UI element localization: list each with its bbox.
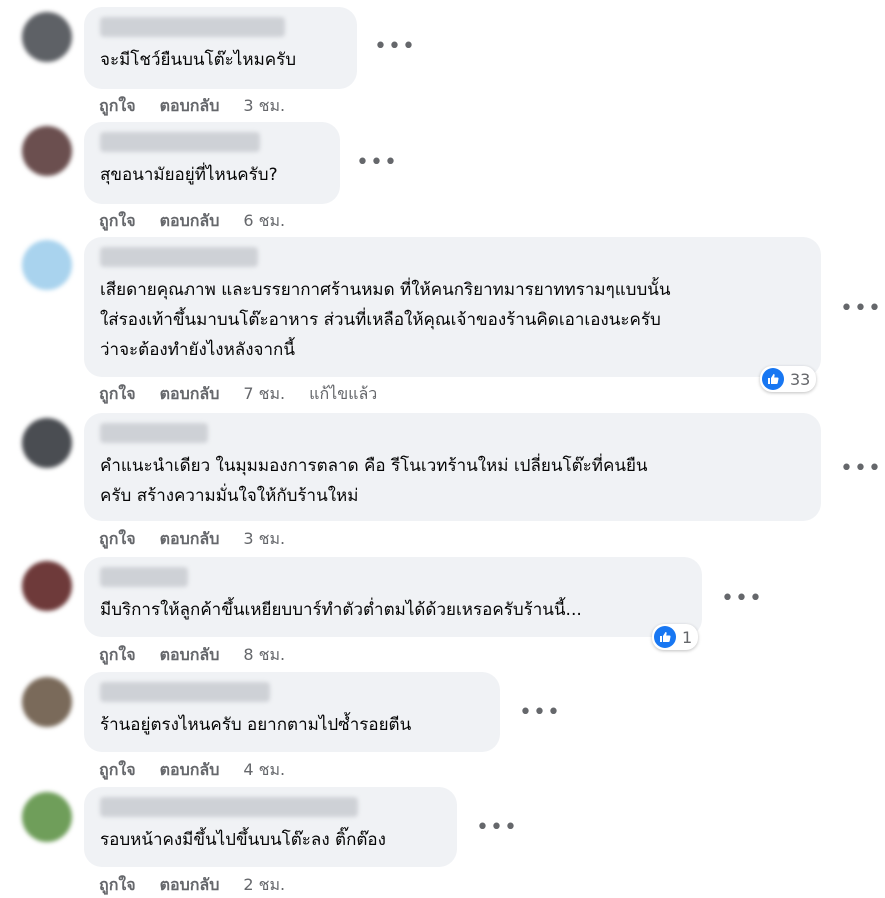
reply-button[interactable]: ตอบกลับ bbox=[160, 873, 220, 898]
comment-bubble: รอบหน้าคงมีขึ้นไปขึ้นบนโต๊ะลง ติ๊กต๊อง bbox=[84, 787, 457, 867]
comment-bubble: เสียดายคุณภาพ และบรรยากาศร้านหมด ที่ให้ค… bbox=[84, 237, 821, 377]
thumbs-up-icon bbox=[654, 626, 676, 648]
reply-button[interactable]: ตอบกลับ bbox=[160, 527, 220, 552]
like-button[interactable]: ถูกใจ bbox=[99, 758, 136, 783]
comment-bubble: จะมีโชว์ยืนบนโต๊ะไหมครับ bbox=[84, 7, 357, 89]
more-options-icon[interactable]: ••• bbox=[476, 817, 518, 839]
comment-bubble: คำแนะนำเดียว ในมุมมองการตลาด คือ รีโนเวท… bbox=[84, 413, 821, 521]
comment-actions: ถูกใจ ตอบกลับ 3 ชม. bbox=[99, 527, 309, 552]
reaction-number: 33 bbox=[790, 369, 811, 389]
avatar[interactable] bbox=[22, 561, 72, 611]
thumbs-up-icon bbox=[762, 368, 784, 390]
author-name-blurred[interactable] bbox=[100, 132, 260, 152]
reply-button[interactable]: ตอบกลับ bbox=[160, 209, 220, 234]
author-name-blurred[interactable] bbox=[100, 17, 285, 37]
more-options-icon[interactable]: ••• bbox=[356, 152, 398, 174]
comment-bubble: มีบริการให้ลูกค้าขึ้นเหยียบบาร์ทำตัวต่ำต… bbox=[84, 557, 702, 637]
more-options-icon[interactable]: ••• bbox=[840, 298, 882, 320]
reply-button[interactable]: ตอบกลับ bbox=[160, 382, 220, 407]
comment-actions: ถูกใจ ตอบกลับ 3 ชม. bbox=[99, 94, 309, 119]
author-name-blurred[interactable] bbox=[100, 247, 258, 267]
like-button[interactable]: ถูกใจ bbox=[99, 643, 136, 668]
avatar[interactable] bbox=[22, 677, 72, 727]
more-options-icon[interactable]: ••• bbox=[721, 588, 763, 610]
comment-bubble: ร้านอยู่ตรงไหนครับ อยากตามไปซ้ำรอยตีน bbox=[84, 672, 500, 752]
like-button[interactable]: ถูกใจ bbox=[99, 873, 136, 898]
timestamp[interactable]: 3 ชม. bbox=[243, 94, 285, 119]
comment-text: สุขอนามัยอยู่ที่ไหนครับ? bbox=[100, 165, 278, 185]
reply-button[interactable]: ตอบกลับ bbox=[160, 94, 220, 119]
comment-text: จะมีโชว์ยืนบนโต๊ะไหมครับ bbox=[100, 50, 297, 70]
comment-actions: ถูกใจ ตอบกลับ 6 ชม. bbox=[99, 209, 309, 234]
timestamp[interactable]: 4 ชม. bbox=[243, 758, 285, 783]
avatar[interactable] bbox=[22, 240, 72, 290]
like-button[interactable]: ถูกใจ bbox=[99, 382, 136, 407]
comment-actions: ถูกใจ ตอบกลับ 8 ชม. bbox=[99, 643, 309, 668]
comment-text: ร้านอยู่ตรงไหนครับ อยากตามไปซ้ำรอยตีน bbox=[100, 715, 412, 735]
more-options-icon[interactable]: ••• bbox=[519, 702, 561, 724]
comment-actions: ถูกใจ ตอบกลับ 7 ชม. แก้ไขแล้ว bbox=[99, 382, 377, 407]
avatar[interactable] bbox=[22, 126, 72, 176]
comment-text: เสียดายคุณภาพ และบรรยากาศร้านหมด ที่ให้ค… bbox=[100, 280, 671, 360]
timestamp[interactable]: 7 ชม. bbox=[243, 382, 285, 407]
comment-text: รอบหน้าคงมีขึ้นไปขึ้นบนโต๊ะลง ติ๊กต๊อง bbox=[100, 830, 386, 850]
reaction-number: 1 bbox=[682, 627, 693, 647]
like-button[interactable]: ถูกใจ bbox=[99, 209, 136, 234]
timestamp[interactable]: 3 ชม. bbox=[243, 527, 285, 552]
comment-text: มีบริการให้ลูกค้าขึ้นเหยียบบาร์ทำตัวต่ำต… bbox=[100, 600, 582, 620]
author-name-blurred[interactable] bbox=[100, 567, 188, 587]
more-options-icon[interactable]: ••• bbox=[374, 36, 416, 58]
like-button[interactable]: ถูกใจ bbox=[99, 94, 136, 119]
more-options-icon[interactable]: ••• bbox=[840, 458, 882, 480]
comment-actions: ถูกใจ ตอบกลับ 2 ชม. bbox=[99, 873, 309, 898]
reply-button[interactable]: ตอบกลับ bbox=[160, 758, 220, 783]
comment-text: คำแนะนำเดียว ในมุมมองการตลาด คือ รีโนเวท… bbox=[100, 456, 648, 506]
reaction-count[interactable]: 33 bbox=[760, 366, 817, 392]
avatar[interactable] bbox=[22, 12, 72, 62]
like-button[interactable]: ถูกใจ bbox=[99, 527, 136, 552]
comment-actions: ถูกใจ ตอบกลับ 4 ชม. bbox=[99, 758, 309, 783]
timestamp[interactable]: 2 ชม. bbox=[243, 873, 285, 898]
avatar[interactable] bbox=[22, 418, 72, 468]
avatar[interactable] bbox=[22, 792, 72, 842]
author-name-blurred[interactable] bbox=[100, 423, 208, 443]
author-name-blurred[interactable] bbox=[100, 797, 358, 817]
timestamp[interactable]: 8 ชม. bbox=[243, 643, 285, 668]
reply-button[interactable]: ตอบกลับ bbox=[160, 643, 220, 668]
edited-label[interactable]: แก้ไขแล้ว bbox=[309, 382, 377, 407]
comment-bubble: สุขอนามัยอยู่ที่ไหนครับ? bbox=[84, 122, 340, 204]
timestamp[interactable]: 6 ชม. bbox=[243, 209, 285, 234]
author-name-blurred[interactable] bbox=[100, 682, 270, 702]
reaction-count[interactable]: 1 bbox=[652, 624, 699, 650]
